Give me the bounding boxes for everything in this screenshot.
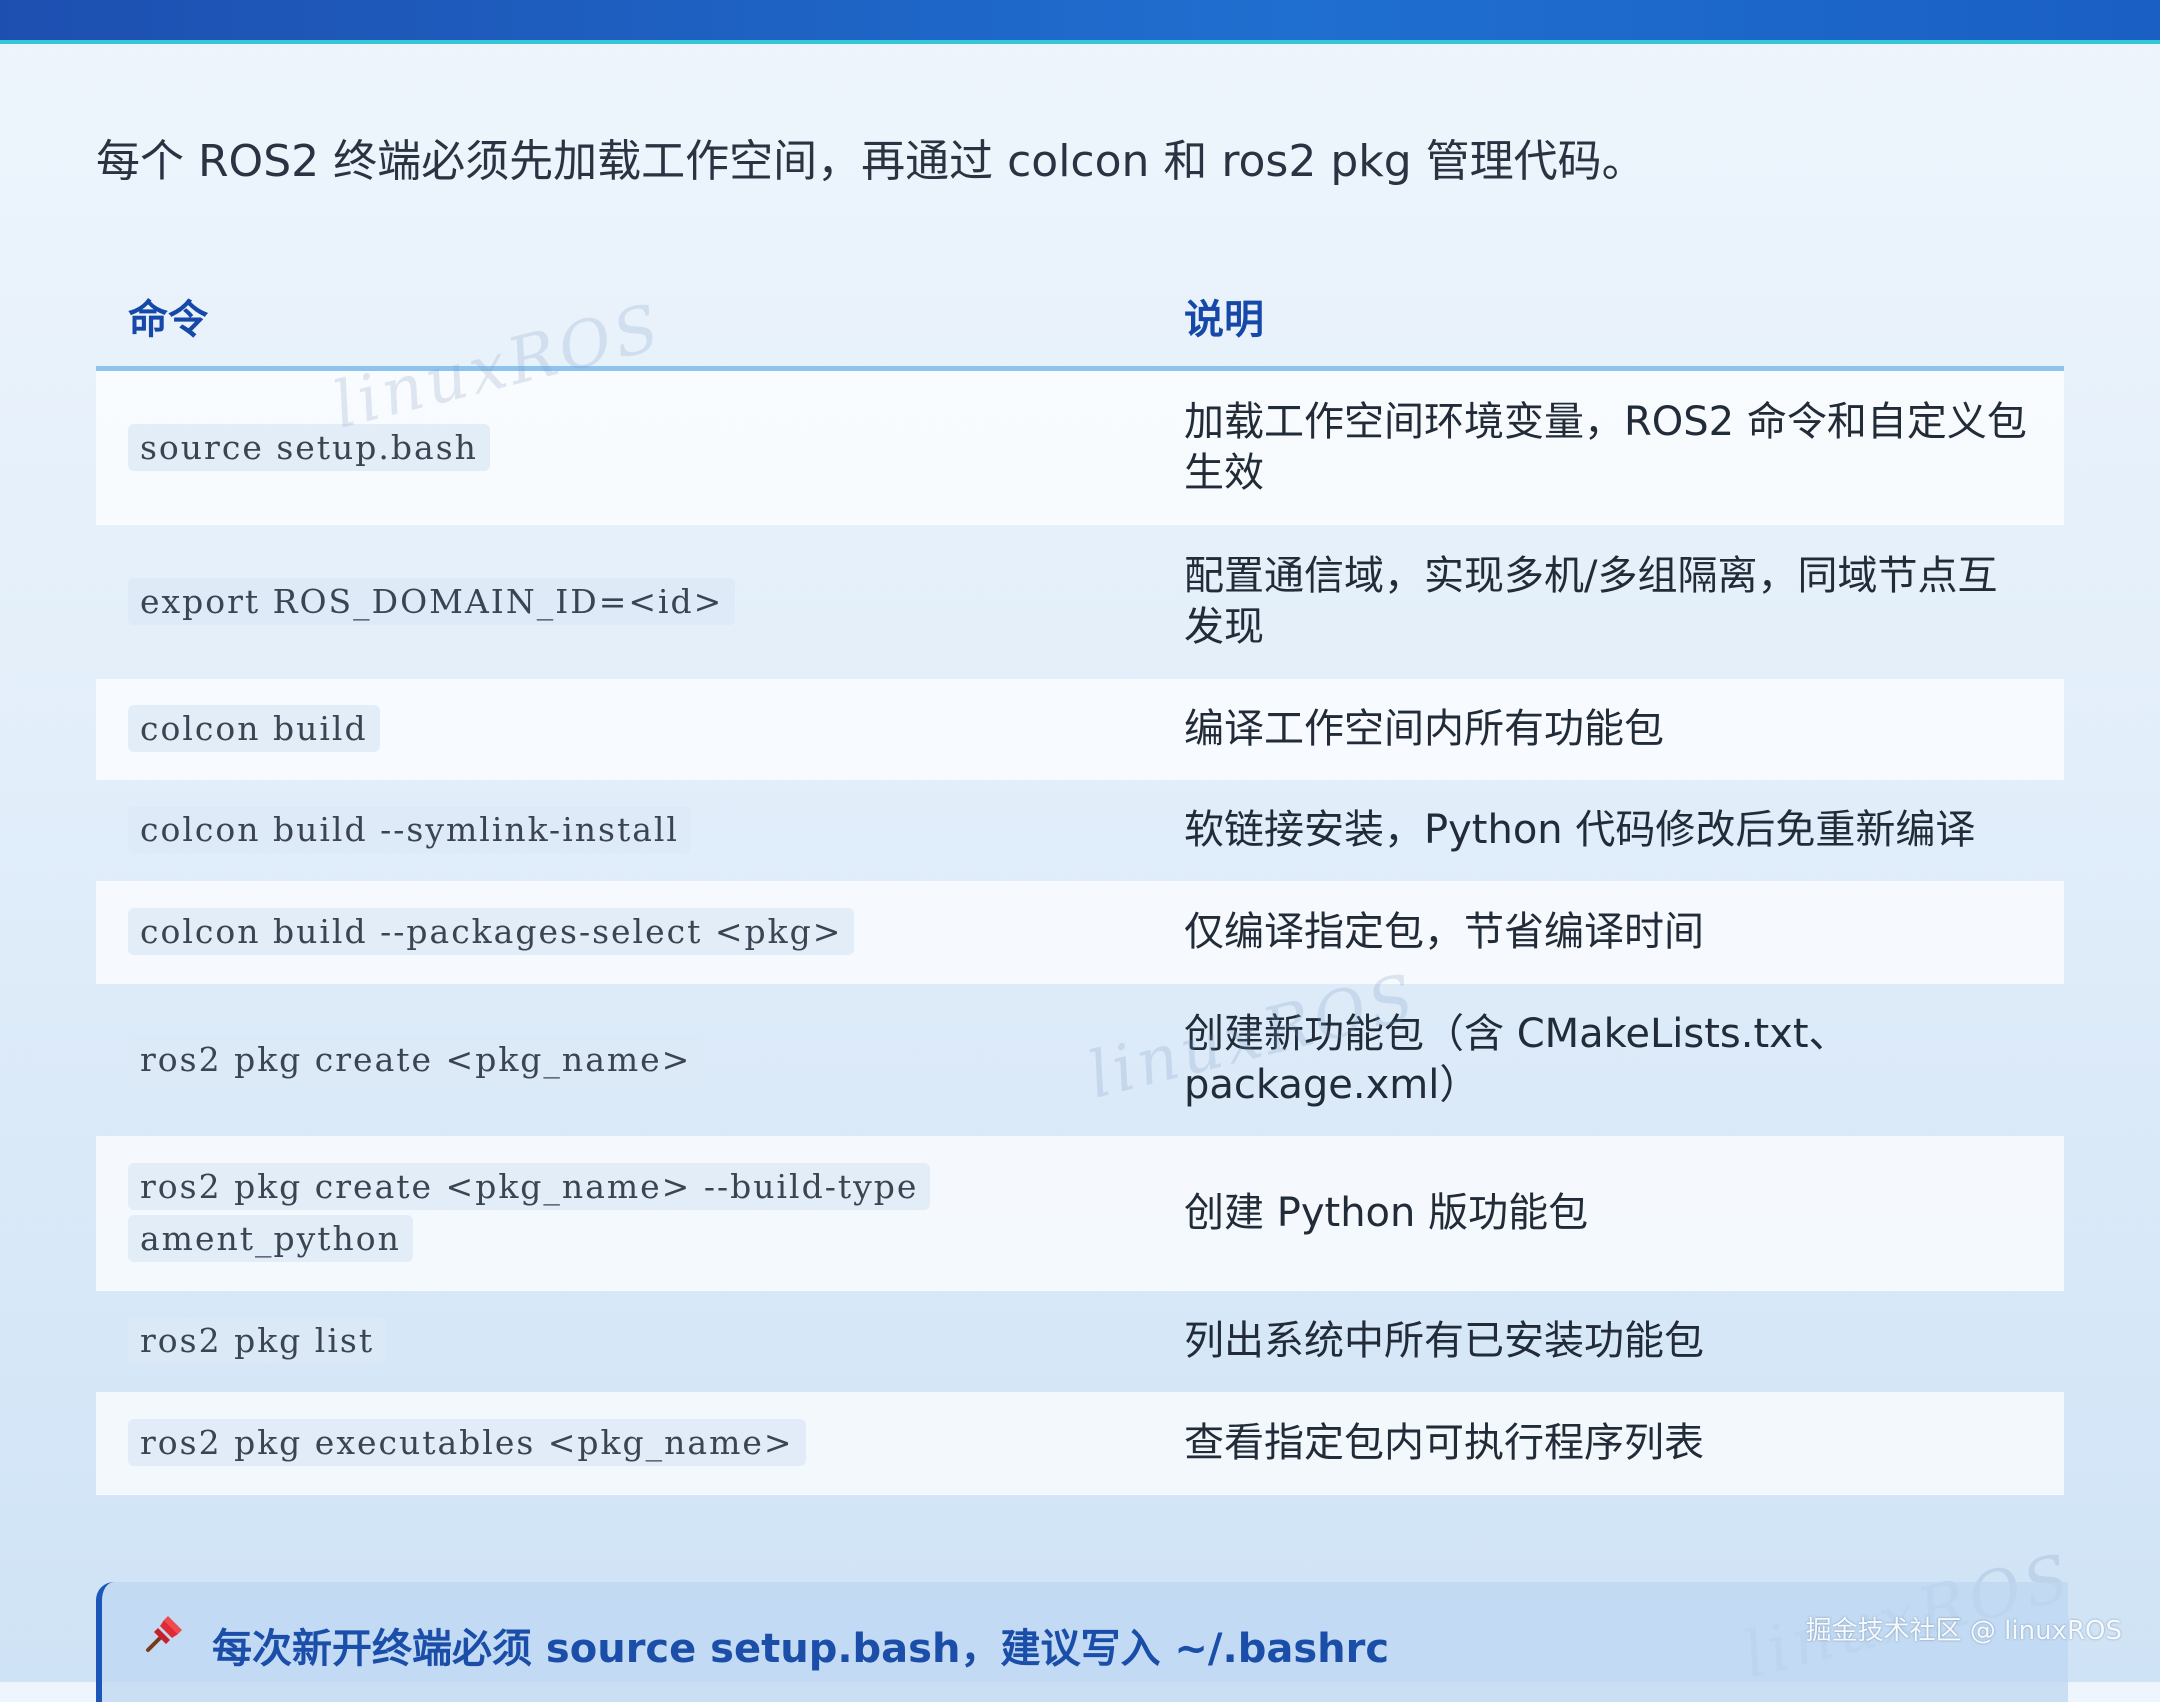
tip-text: 每次新开终端必须 source setup.bash，建议写入 ~/.bashr… xyxy=(212,1626,1390,1672)
command-description: 加载工作空间环境变量，ROS2 命令和自定义包生效 xyxy=(1184,398,2027,496)
source-credit: 掘金技术社区 @ linuxROS xyxy=(1805,1616,2122,1646)
table-row: source setup.bash 加载工作空间环境变量，ROS2 命令和自定义… xyxy=(96,371,2064,524)
command-description: 编译工作空间内所有功能包 xyxy=(1184,705,1664,752)
command-code: colcon build --symlink-install xyxy=(128,806,691,853)
intro-text: 每个 ROS2 终端必须先加载工作空间，再通过 colcon 和 ros2 pk… xyxy=(96,136,1646,187)
command-code: ros2 pkg create <pkg_name> --build-type … xyxy=(128,1163,931,1262)
header-command: 命令 xyxy=(128,297,208,343)
command-description: 列出系统中所有已安装功能包 xyxy=(1184,1317,1704,1364)
command-description: 软链接安装，Python 代码修改后免重新编译 xyxy=(1184,806,1976,853)
table-row: ros2 pkg executables <pkg_name> 查看指定包内可执… xyxy=(96,1392,2064,1494)
table-header: 命令 说明 xyxy=(96,266,2064,371)
tip-callout: 每次新开终端必须 source setup.bash，建议写入 ~/.bashr… xyxy=(96,1582,2068,1702)
top-banner xyxy=(0,0,2160,44)
command-code: ros2 pkg list xyxy=(128,1317,387,1364)
table-row: ros2 pkg list 列出系统中所有已安装功能包 xyxy=(96,1290,2064,1392)
header-description: 说明 xyxy=(1184,297,1264,343)
command-description: 创建新功能包（含 CMakeLists.txt、package.xml） xyxy=(1184,1010,1849,1108)
command-code: source setup.bash xyxy=(128,423,490,471)
table-row: ros2 pkg create <pkg_name> --build-type … xyxy=(96,1136,2064,1290)
command-description: 查看指定包内可执行程序列表 xyxy=(1184,1419,1704,1466)
command-code: export ROS_DOMAIN_ID=<id> xyxy=(128,577,736,625)
command-code: colcon build xyxy=(128,705,380,752)
command-description: 配置通信域，实现多机/多组隔离，同域节点互发现 xyxy=(1184,552,1998,650)
table-row: colcon build --symlink-install 软链接安装，Pyt… xyxy=(96,779,2064,881)
table-row: colcon build --packages-select <pkg> 仅编译… xyxy=(96,881,2064,983)
command-code: ros2 pkg executables <pkg_name> xyxy=(128,1419,806,1466)
pushpin-icon xyxy=(146,1616,182,1652)
table-row: export ROS_DOMAIN_ID=<id> 配置通信域，实现多机/多组隔… xyxy=(96,524,2064,679)
command-table: 命令 说明 source setup.bash 加载工作空间环境变量，ROS2 … xyxy=(96,266,2064,1494)
table-row: ros2 pkg create <pkg_name> 创建新功能包（含 CMak… xyxy=(96,983,2064,1136)
command-description: 仅编译指定包，节省编译时间 xyxy=(1184,908,1704,955)
command-code: colcon build --packages-select <pkg> xyxy=(128,908,855,955)
command-code: ros2 pkg create <pkg_name> xyxy=(128,1035,704,1083)
command-description: 创建 Python 版功能包 xyxy=(1184,1189,1589,1236)
table-row: colcon build 编译工作空间内所有功能包 xyxy=(96,679,2064,779)
